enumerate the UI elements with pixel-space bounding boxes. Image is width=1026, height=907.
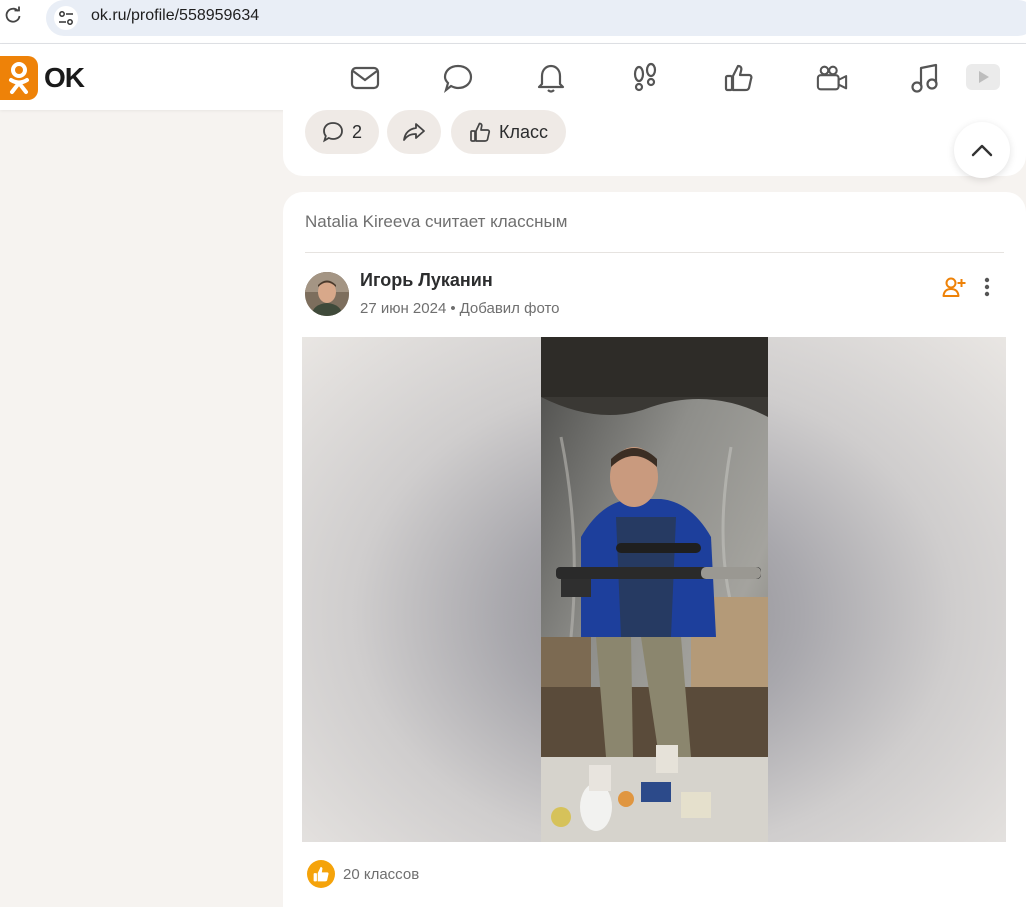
post-photo[interactable] — [541, 337, 768, 842]
comments-button[interactable]: 2 — [305, 110, 379, 154]
bell-icon[interactable] — [535, 62, 567, 94]
post-meta: 27 июн 2024 • Добавил фото — [360, 300, 560, 317]
share-button[interactable] — [387, 110, 441, 154]
browser-address-bar: ok.ru/profile/558959634 — [0, 0, 1026, 44]
chat-icon[interactable] — [442, 62, 474, 94]
ok-logo-icon[interactable] — [0, 56, 38, 100]
comment-icon — [322, 122, 343, 143]
url-text: ok.ru/profile/558959634 — [91, 7, 260, 24]
chevron-up-icon — [971, 144, 993, 157]
class-label: Класс — [499, 121, 548, 142]
url-field[interactable]: ok.ru/profile/558959634 — [46, 0, 1026, 36]
reload-icon[interactable] — [4, 6, 22, 24]
previous-post-card: 2 Класс — [283, 110, 1026, 176]
class-badge-icon — [307, 860, 335, 888]
avatar[interactable] — [305, 272, 349, 316]
add-friend-icon[interactable] — [941, 274, 967, 300]
footprints-icon[interactable] — [629, 62, 661, 94]
music-icon[interactable] — [909, 62, 941, 94]
post-photo-area[interactable] — [302, 337, 1006, 842]
ok-wordmark[interactable]: OK — [44, 62, 85, 94]
thumbs-up-icon — [470, 122, 491, 142]
like-icon[interactable] — [723, 62, 755, 94]
feed-post-card: Natalia Kireeva считает классным Игорь Л… — [283, 192, 1026, 907]
comments-count: 2 — [351, 121, 362, 142]
author-name-link[interactable]: Игорь Луканин — [360, 270, 493, 291]
site-settings-icon[interactable] — [54, 6, 78, 30]
video-camera-icon[interactable] — [816, 62, 848, 94]
meta-separator: • — [450, 300, 456, 317]
scroll-to-top-button[interactable] — [954, 122, 1010, 178]
likes-count-text[interactable]: 20 классов — [343, 866, 419, 883]
video-tab-icon[interactable] — [966, 64, 1000, 90]
post-action: Добавил фото — [459, 300, 560, 317]
share-icon — [403, 123, 425, 141]
post-likes[interactable]: 20 классов — [307, 860, 419, 888]
divider — [305, 252, 1004, 253]
post-date[interactable]: 27 июн 2024 — [360, 300, 446, 317]
liked-by-text[interactable]: Natalia Kireeva считает классным — [305, 212, 567, 232]
class-button[interactable]: Класс — [451, 110, 566, 154]
mail-icon[interactable] — [349, 62, 381, 94]
more-options-icon[interactable] — [975, 274, 999, 300]
site-header: OK — [0, 44, 1026, 110]
